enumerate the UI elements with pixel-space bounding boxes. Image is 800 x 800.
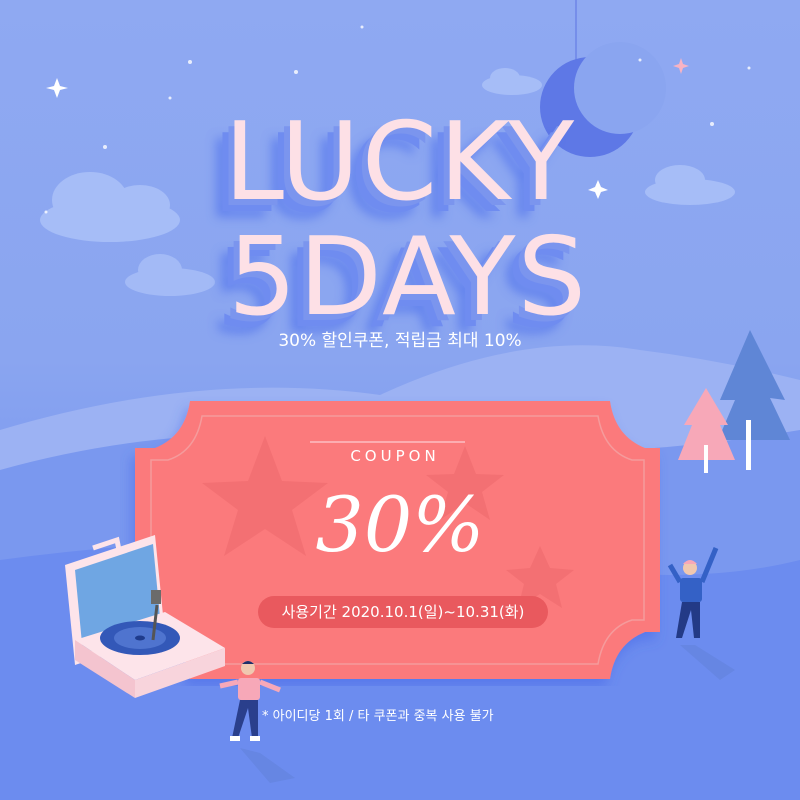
record-player-icon	[65, 535, 225, 698]
headline-line-1: LUCKY	[223, 100, 577, 225]
coupon-period-pill: 사용기간 2020.10.1(일)~10.31(화)	[258, 596, 548, 628]
usage-note: * 아이디당 1회 / 타 쿠폰과 중복 사용 불가	[262, 709, 494, 724]
subtitle: 30% 할인쿠폰, 적립금 최대 10%	[278, 331, 522, 351]
headline-line-2: 5DAYS	[228, 215, 588, 340]
person-icon	[667, 547, 735, 680]
coupon-label: COUPON	[350, 447, 440, 465]
promo-banner: LUCKY 5DAYS 30% 할인쿠폰, 적립금 최대 10% COUPON …	[0, 0, 800, 800]
star-icon	[673, 58, 689, 74]
coupon-discount-value: 30%	[315, 480, 485, 569]
cloud-icon	[482, 68, 542, 95]
